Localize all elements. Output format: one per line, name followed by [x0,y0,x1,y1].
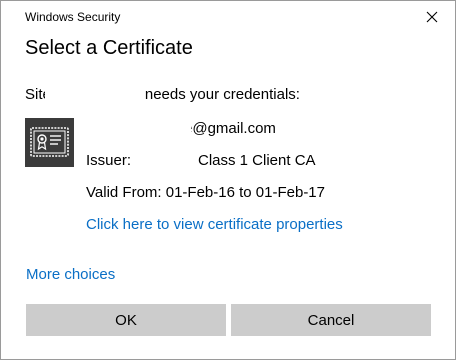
certificate-email: e@gmail.com [171,120,276,138]
site-suffix: needs your credentials: [144,86,300,103]
certificate-email-text: e@gmail.com [184,120,276,137]
more-choices-link[interactable]: More choices [26,266,115,283]
certificate-icon[interactable] [25,118,74,167]
redacted-email-prefix [171,120,191,138]
ok-button[interactable]: OK [26,304,226,336]
issuer-row: Issuer: Class 1 Client CA [86,152,316,169]
issuer-label: Issuer: [86,152,132,169]
cancel-button[interactable]: Cancel [231,304,431,336]
dialog-heading: Select a Certificate [25,37,193,59]
view-certificate-properties-link[interactable]: Click here to view certificate propertie… [86,216,343,233]
window-title: Windows Security [25,10,121,24]
validity-dates: Valid From: 01-Feb-16 to 01-Feb-17 [86,184,325,201]
issuer-value: Class 1 Client CA [198,152,316,169]
windows-security-dialog: Windows Security Select a Certificate Si… [0,0,456,360]
close-button[interactable] [409,1,455,33]
redacted-site-name [44,83,135,99]
close-icon [426,11,438,23]
site-credentials-line: Site needs your credentials: [25,83,300,103]
